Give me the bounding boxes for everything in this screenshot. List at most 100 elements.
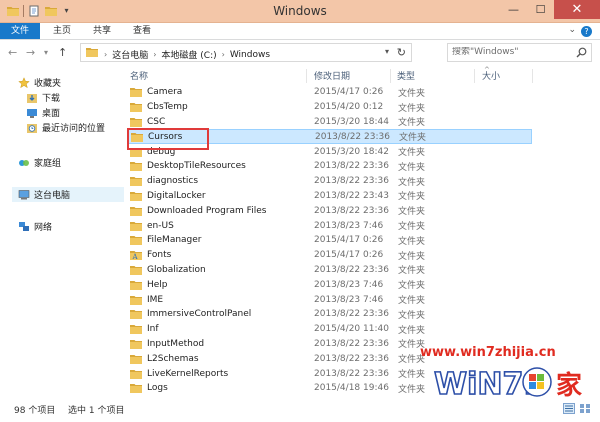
tab-home[interactable]: 主页 [44,23,80,39]
item-count: 98 个项目 [14,406,56,416]
table-row[interactable]: FileManager 2015/4/17 0:26 文件夹 [128,233,532,248]
table-row[interactable]: diagnostics 2013/8/22 23:36 文件夹 [128,174,532,189]
chevron-down-icon[interactable]: ▾ [385,47,389,56]
svg-text:A: A [132,253,139,260]
watermark-logo-char: 家 [556,370,582,401]
file-type: 文件夹 [398,310,426,321]
maximize-button[interactable]: ☐ [527,0,554,19]
column-divider[interactable] [390,69,391,83]
help-icon[interactable]: ? [581,26,592,37]
file-name: DesktopTileResources [147,161,246,172]
search-icon[interactable] [576,47,587,61]
table-row[interactable]: IME 2013/8/23 7:46 文件夹 [128,292,532,307]
file-date: 2015/4/20 11:40 [314,324,389,335]
tab-file[interactable]: 文件 [0,23,40,39]
column-header-date[interactable]: 修改日期 [314,69,350,83]
column-header-size[interactable]: 大小 [482,69,500,83]
nav-desktop[interactable]: 桌面 [26,105,60,120]
folder-icon [130,295,142,305]
search-input[interactable] [452,47,572,57]
tab-share[interactable]: 共享 [84,23,120,39]
folder-icon [130,221,142,231]
watermark-url: www.win7zhijia.cn [420,345,556,360]
column-divider[interactable] [306,69,307,83]
large-icons-view-icon[interactable] [579,403,591,414]
file-date: 2015/4/17 0:26 [314,87,384,98]
column-header-type[interactable]: 类型 [397,69,415,83]
nav-label: 桌面 [42,109,61,119]
table-row[interactable]: DigitalLocker 2013/8/22 23:43 文件夹 [128,189,532,204]
file-date: 2013/8/22 23:36 [315,131,390,142]
table-row[interactable]: A Fonts 2015/4/17 0:26 文件夹 [128,248,532,263]
file-date: 2013/8/22 23:36 [314,176,389,187]
selection-count: 选中 1 个项目 [68,406,125,416]
file-name: en-US [147,220,174,231]
breadcrumb: › 这台电脑 › 本地磁盘 (C:) › Windows [104,48,270,62]
nav-favorites[interactable]: 收藏夹 [18,75,61,90]
tab-view[interactable]: 查看 [124,23,160,39]
chevron-right-icon[interactable]: › [153,50,156,59]
file-date: 2013/8/22 23:36 [314,161,389,172]
close-button[interactable]: ✕ [554,0,600,19]
search-box[interactable] [447,43,592,62]
nav-downloads[interactable]: 下载 [26,90,60,105]
recent-locations-button[interactable]: ▾ [44,48,48,57]
table-row[interactable]: ImmersiveControlPanel 2013/8/22 23:36 文件夹 [128,307,532,322]
folder-icon [130,369,142,379]
folder-icon [130,324,142,334]
back-button[interactable]: ← [8,46,17,59]
address-bar[interactable]: › 这台电脑 › 本地磁盘 (C:) › Windows ▾ ↻ [80,43,412,62]
file-date: 2013/8/22 23:36 [314,368,389,379]
file-type: 文件夹 [398,325,426,336]
downloads-icon [26,92,38,104]
folder-icon [130,87,142,97]
nav-label: 这台电脑 [34,191,71,201]
table-row[interactable]: DesktopTileResources 2013/8/22 23:36 文件夹 [128,159,532,174]
table-row[interactable]: Downloaded Program Files 2013/8/22 23:36 文… [128,203,532,218]
nav-homegroup[interactable]: 家庭组 [18,155,61,170]
refresh-icon[interactable]: ↻ [397,46,406,59]
file-name: IME [147,294,164,305]
expand-ribbon-icon[interactable]: ⌄ [568,25,576,35]
details-view-icon[interactable] [563,403,575,414]
crumb-this-pc[interactable]: 这台电脑 [112,48,148,61]
column-header-name[interactable]: 名称 [130,69,148,83]
table-row[interactable]: Inf 2015/4/20 11:40 文件夹 [128,322,532,337]
file-date: 2015/4/17 0:26 [314,250,384,261]
nav-recent[interactable]: 最近访问的位置 [26,120,105,135]
table-row[interactable]: Globalization 2013/8/22 23:36 文件夹 [128,263,532,278]
folder-icon [130,280,142,290]
file-name: Camera [147,87,183,98]
folder-icon [130,102,142,112]
file-name: Downloaded Program Files [147,205,267,216]
folder-icon [130,339,142,349]
nav-network[interactable]: 网络 [18,219,52,234]
file-name: diagnostics [147,176,199,187]
crumb-local-disk[interactable]: 本地磁盘 (C:) [161,48,216,61]
table-row[interactable]: en-US 2013/8/23 7:46 文件夹 [128,218,532,233]
nav-label: 收藏夹 [34,79,62,89]
fonts-folder-icon: A [130,250,142,261]
table-row[interactable]: Help 2013/8/23 7:46 文件夹 [128,277,532,292]
column-divider[interactable] [532,69,533,83]
forward-button[interactable]: → [26,46,35,59]
file-date: 2013/8/23 7:46 [314,220,384,231]
desktop-icon [26,107,38,119]
nav-this-pc[interactable]: 这台电脑 [12,187,124,202]
file-date: 2015/4/17 0:26 [314,235,384,246]
file-type: 文件夹 [398,148,426,159]
file-type: 文件夹 [398,177,426,188]
table-row[interactable]: Camera 2015/4/17 0:26 文件夹 [128,85,532,100]
chevron-right-icon[interactable]: › [222,50,225,59]
folder-icon [130,265,142,275]
up-button[interactable]: ↑ [58,46,67,59]
file-name: Globalization [147,264,206,275]
crumb-windows[interactable]: Windows [230,50,270,60]
file-type: 文件夹 [398,207,426,218]
folder-icon [130,117,142,127]
table-row[interactable]: CbsTemp 2015/4/20 0:12 文件夹 [128,100,532,115]
file-name: DigitalLocker [147,190,206,201]
column-divider[interactable] [474,69,475,83]
homegroup-icon [18,157,30,169]
minimize-button[interactable]: — [500,0,527,19]
